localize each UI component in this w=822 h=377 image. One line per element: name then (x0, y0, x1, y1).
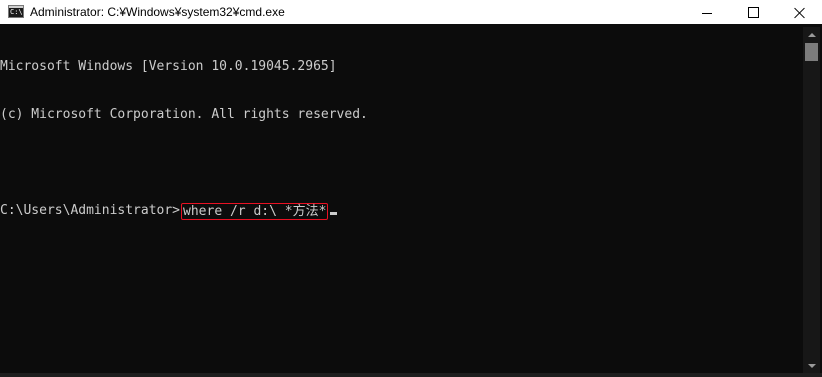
minimize-icon (702, 12, 712, 14)
window-bottom-edge (0, 373, 822, 377)
console-line-version: Microsoft Windows [Version 10.0.19045.29… (0, 59, 337, 74)
scroll-up-button[interactable] (803, 27, 820, 42)
scroll-thumb[interactable] (805, 43, 818, 61)
cmd-window: C:\. Administrator: C:¥Windows¥system32¥… (0, 0, 822, 377)
prompt-text: C:\Users\Administrator> (0, 203, 181, 218)
close-button[interactable] (776, 0, 822, 24)
maximize-icon (747, 6, 759, 18)
scroll-down-button[interactable] (803, 358, 820, 373)
window-title: Administrator: C:¥Windows¥system32¥cmd.e… (30, 5, 285, 19)
arrow-down-icon (807, 363, 816, 368)
minimize-button[interactable] (684, 0, 730, 24)
command-line[interactable]: C:\Users\Administrator> where /r d:\ *方法* (0, 203, 800, 220)
console-line-copyright: (c) Microsoft Corporation. All rights re… (0, 107, 368, 122)
cmd-icon[interactable]: C:\. (8, 5, 24, 18)
highlighted-command[interactable]: where /r d:\ *方法* (181, 203, 329, 220)
maximize-button[interactable] (730, 0, 776, 24)
title-bar[interactable]: C:\. Administrator: C:¥Windows¥system32¥… (0, 0, 822, 24)
arrow-up-icon (807, 32, 816, 37)
close-icon (794, 7, 805, 18)
console-output[interactable]: Microsoft Windows [Version 10.0.19045.29… (0, 27, 800, 373)
vertical-scrollbar[interactable] (803, 27, 820, 373)
text-cursor (330, 212, 338, 215)
